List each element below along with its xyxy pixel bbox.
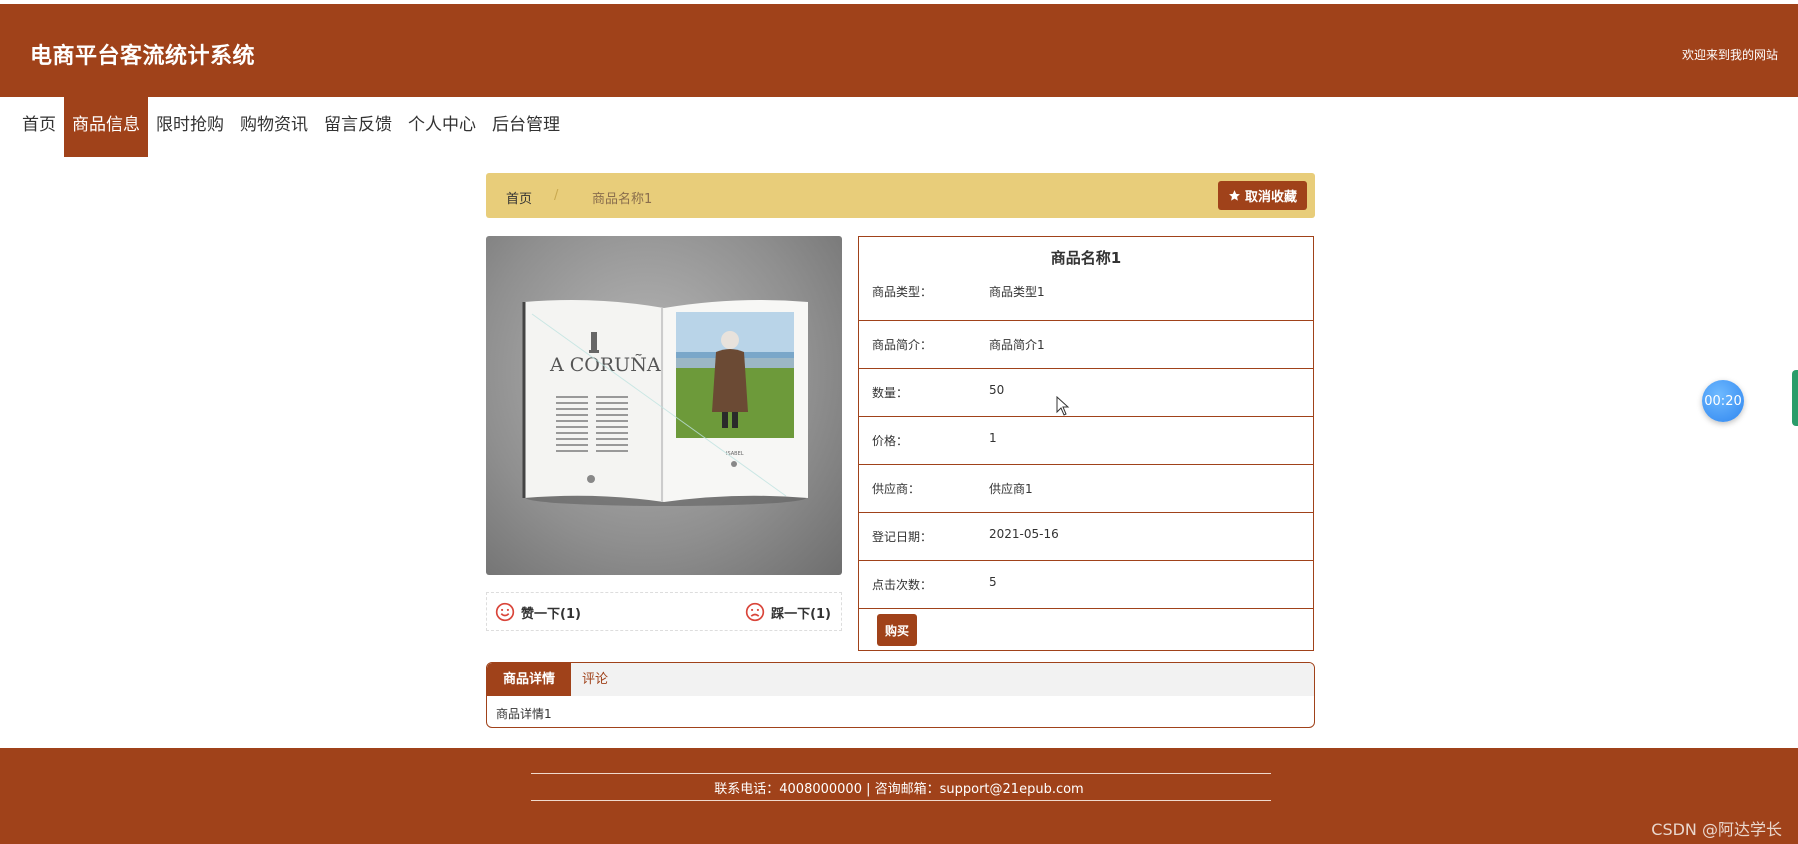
info-value: 商品类型1 [989,285,1045,299]
nav-item-admin[interactable]: 后台管理 [484,97,568,157]
mouse-cursor-icon [1056,396,1070,416]
product-tabs: 商品详情 评论 商品详情1 [486,662,1315,728]
info-label: 供应商： [872,482,921,496]
info-value: 5 [989,575,997,589]
tab-comments[interactable]: 评论 [566,663,624,696]
smile-icon [495,602,515,622]
breadcrumb-home-link[interactable]: 首页 [506,188,532,207]
tabs-header: 商品详情 评论 [487,663,1314,696]
footer-divider-bottom [531,800,1271,801]
breadcrumb-current: 商品名称1 [592,192,653,207]
info-value: 1 [989,431,997,445]
site-title: 电商平台客流统计系统 [30,44,256,69]
info-label: 点击次数： [872,578,933,592]
site-header: 电商平台客流统计系统 欢迎来到我的网站 [0,4,1798,97]
info-label: 登记日期： [872,530,933,544]
like-label: 赞一下(1) [521,606,581,622]
tab-content: 商品详情1 [496,707,552,721]
tab-product-details[interactable]: 商品详情 [487,663,572,696]
vote-bar: 赞一下(1) 踩一下(1) [486,592,842,631]
dislike-label: 踩一下(1) [771,606,831,622]
info-value: 50 [989,383,1005,397]
unfavorite-label: 取消收藏 [1244,190,1297,205]
main-nav: 首页 商品信息 限时抢购 购物资讯 留言反馈 个人中心 后台管理 [14,97,568,157]
info-row-clicks: 点击次数： 5 [859,561,1313,609]
welcome-text: 欢迎来到我的网站 [1681,48,1778,62]
info-label: 商品类型： [872,285,933,299]
nav-item-home[interactable]: 首页 [14,97,64,157]
info-row-register-date: 登记日期： 2021-05-16 [859,513,1313,561]
footer-divider-top [531,773,1271,774]
breadcrumb: 首页 / 商品名称1 取消收藏 [486,173,1315,218]
info-row-summary: 商品简介： 商品简介1 [859,321,1313,369]
star-icon [1229,190,1240,201]
frown-icon [745,602,765,622]
nav-item-feedback[interactable]: 留言反馈 [316,97,400,157]
unfavorite-button[interactable]: 取消收藏 [1217,181,1307,210]
footer-contact: 联系电话：4008000000 | 咨询邮箱：support@21epub.co… [714,782,1084,797]
nav-item-news[interactable]: 购物资讯 [232,97,316,157]
info-row-category: 商品类型： 商品类型1 [859,273,1313,321]
book-open-spread-image: A CORUÑA ISABEL [522,300,808,506]
info-row-quantity: 数量： 50 [859,369,1313,417]
info-label: 商品简介： [872,338,933,352]
info-value: 商品简介1 [989,338,1045,352]
watermark: CSDN @阿达学长 [1651,820,1782,839]
product-info-table: 商品名称1 商品类型： 商品类型1 商品简介： 商品简介1 数量： 50 价格：… [858,236,1314,651]
info-row-price: 价格： 1 [859,417,1313,465]
like-button[interactable]: 赞一下(1) [495,602,581,622]
site-footer: 联系电话：4008000000 | 咨询邮箱：support@21epub.co… [0,748,1798,844]
product-image: A CORUÑA ISABEL [486,236,842,575]
product-title: 商品名称1 [1050,249,1122,267]
nav-item-products[interactable]: 商品信息 [64,97,148,157]
info-label: 数量： [872,386,909,400]
buy-button[interactable]: 购买 [877,614,917,646]
nav-item-profile[interactable]: 个人中心 [400,97,484,157]
nav-item-flash-sale[interactable]: 限时抢购 [148,97,232,157]
dislike-button[interactable]: 踩一下(1) [745,602,831,622]
svg-text:A CORUÑA: A CORUÑA [549,353,661,376]
svg-text:ISABEL: ISABEL [726,451,744,457]
info-value: 供应商1 [989,482,1033,496]
side-edge-tab[interactable] [1792,370,1798,426]
info-label: 价格： [872,434,909,448]
info-value: 2021-05-16 [989,527,1059,541]
timer-badge[interactable]: 00:20 [1702,380,1744,422]
breadcrumb-separator: / [554,188,559,203]
info-row-supplier: 供应商： 供应商1 [859,465,1313,513]
